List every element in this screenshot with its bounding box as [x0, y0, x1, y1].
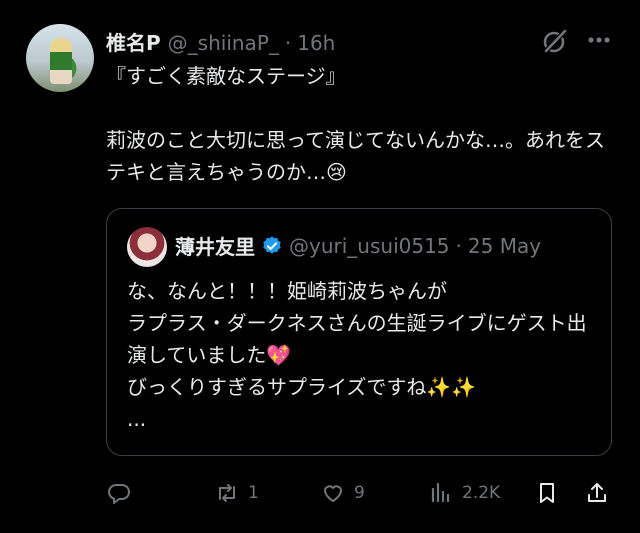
share-icon	[588, 483, 606, 502]
views-icon	[431, 482, 450, 503]
quoted-tweet-text: な、なんと！！！姫崎莉波ちゃんが ラプラス・ダークネスさんの生誕ライブにゲスト出…	[127, 279, 587, 431]
bookmark-button[interactable]	[534, 478, 560, 508]
verified-icon	[263, 235, 281, 254]
views-button[interactable]: 2.2K	[428, 478, 500, 508]
share-button[interactable]	[584, 478, 610, 508]
header-separator: ·	[284, 31, 292, 55]
tweet-header: 椎名P @_shiinaP_ · 16h	[106, 27, 335, 56]
bookmark-icon	[540, 483, 554, 503]
quoted-author-handle[interactable]: @yuri_usui0515	[289, 234, 450, 258]
quoted-post-time[interactable]: 25 May	[468, 234, 541, 258]
tweet-text: 『すごく素敵なステージ』 莉波のこと大切に思って演じてないんかな…。あれをステキ…	[106, 64, 605, 184]
post-time[interactable]: 16h	[297, 31, 335, 55]
like-button[interactable]: 9	[320, 478, 365, 508]
author-avatar[interactable]	[26, 24, 94, 92]
author-handle[interactable]: @_shiinaP_	[168, 31, 279, 55]
quoted-header-separator: ·	[455, 233, 462, 258]
retweet-icon	[219, 484, 235, 502]
reply-icon	[108, 484, 130, 504]
retweet-count: 1	[248, 483, 259, 503]
grok-icon[interactable]	[540, 26, 570, 56]
like-icon	[324, 485, 342, 502]
reply-button[interactable]	[106, 478, 140, 508]
more-icon[interactable]	[584, 27, 614, 53]
quoted-author-name[interactable]: 薄井友里	[175, 231, 255, 260]
like-count: 9	[354, 483, 365, 503]
action-bar: 1 9 2.2K	[106, 478, 616, 508]
quoted-tweet[interactable]: 薄井友里 @yuri_usui0515 · 25 May な、なんと！！！姫崎莉…	[106, 208, 612, 456]
author-name[interactable]: 椎名P	[106, 27, 161, 56]
views-count: 2.2K	[462, 483, 501, 503]
quoted-tweet-header: 薄井友里 @yuri_usui0515 · 25 May	[175, 231, 541, 260]
retweet-button[interactable]: 1	[214, 478, 259, 508]
quoted-author-avatar[interactable]	[127, 227, 167, 267]
